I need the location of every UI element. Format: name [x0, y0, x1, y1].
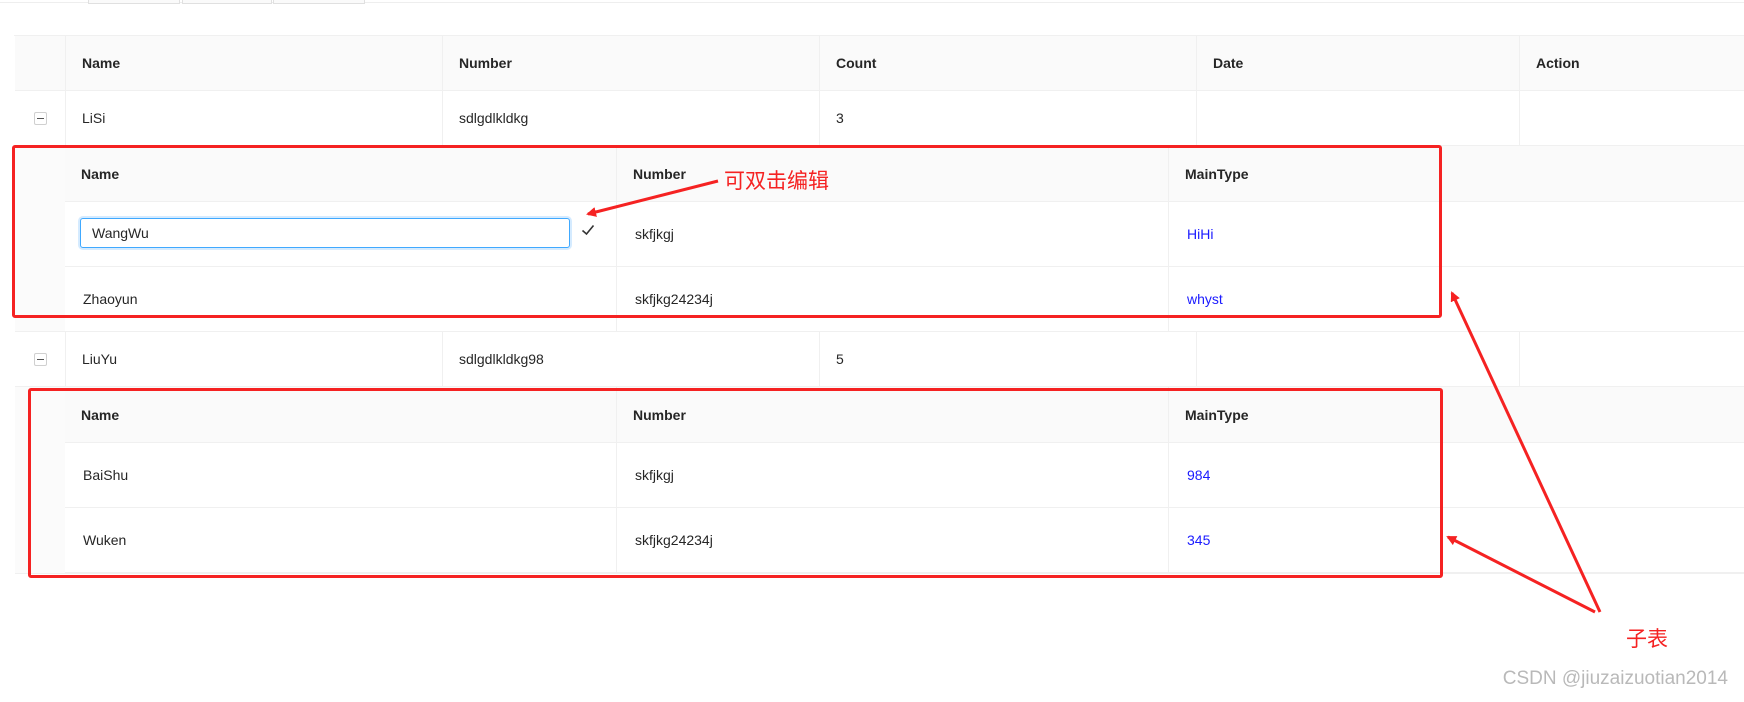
check-icon[interactable]: [581, 223, 595, 237]
cell-date: [1197, 332, 1520, 386]
cell-number: sdlgdlkldkg: [443, 91, 820, 145]
cell-maintype-link[interactable]: whyst: [1169, 267, 1744, 331]
cell-action: [1520, 332, 1744, 386]
table-row: LiuYu sdlgdlkldkg98 5: [15, 332, 1744, 387]
sub-table-header: Name Number MainType: [65, 387, 1744, 443]
column-header-date[interactable]: Date: [1197, 36, 1520, 90]
main-table: Name Number Count Date Action LiSi sdlgd…: [14, 35, 1744, 574]
cell-name[interactable]: Wuken: [65, 508, 617, 572]
sub-column-header-number[interactable]: Number: [617, 387, 1169, 442]
sub-column-header-maintype[interactable]: MainType: [1169, 146, 1744, 201]
tab-stub[interactable]: [88, 0, 180, 4]
sub-column-header-maintype[interactable]: MainType: [1169, 387, 1744, 442]
cell-number: skfjkg24234j: [617, 508, 1169, 572]
main-table-header: Name Number Count Date Action: [15, 36, 1744, 91]
column-header-name[interactable]: Name: [66, 36, 443, 90]
minus-square-icon[interactable]: [33, 111, 47, 125]
cell-date: [1197, 91, 1520, 145]
expand-cell: [15, 91, 66, 145]
cell-name: LiSi: [66, 91, 443, 145]
expand-cell: [15, 332, 66, 386]
cell-maintype-link[interactable]: 345: [1169, 508, 1744, 572]
cell-name[interactable]: BaiShu: [65, 443, 617, 507]
cell-number: skfjkg24234j: [617, 267, 1169, 331]
sub-table-row: Wuken skfjkg24234j 345: [65, 508, 1744, 573]
cell-name: LiuYu: [66, 332, 443, 386]
annotation-editable-note: 可双击编辑: [724, 169, 829, 193]
cell-maintype-link[interactable]: 984: [1169, 443, 1744, 507]
cell-count: 5: [820, 332, 1197, 386]
cell-number: skfjkgj: [617, 202, 1169, 266]
cell-number: sdlgdlkldkg98: [443, 332, 820, 386]
sub-table-row: Zhaoyun skfjkg24234j whyst: [65, 267, 1744, 332]
sub-table-row: BaiShu skfjkgj 984: [65, 443, 1744, 508]
sub-column-header-name[interactable]: Name: [65, 387, 617, 442]
name-edit-input[interactable]: [80, 218, 570, 248]
sub-column-header-number[interactable]: Number: [617, 146, 1169, 201]
table-row: LiSi sdlgdlkldkg 3: [15, 91, 1744, 146]
column-header-action[interactable]: Action: [1520, 36, 1744, 90]
expanded-row-area: Name Number MainType BaiShu skfjkgj 984 …: [15, 387, 1744, 574]
annotation-subtable-note: 子表: [1626, 627, 1668, 651]
column-header-number[interactable]: Number: [443, 36, 820, 90]
tab-stub[interactable]: [273, 0, 365, 4]
cell-action: [1520, 91, 1744, 145]
tab-stub[interactable]: [182, 0, 272, 4]
watermark: CSDN @jiuzaizuotian2014: [1502, 668, 1728, 689]
cell-count: 3: [820, 91, 1197, 145]
expand-column-header: [15, 36, 66, 90]
cell-maintype-link[interactable]: HiHi: [1169, 202, 1744, 266]
minus-square-icon[interactable]: [33, 352, 47, 366]
column-header-count[interactable]: Count: [820, 36, 1197, 90]
sub-column-header-name[interactable]: Name: [65, 146, 617, 201]
cell-name[interactable]: Zhaoyun: [65, 267, 617, 331]
page-canvas: Name Number Count Date Action LiSi sdlgd…: [0, 0, 1744, 702]
cell-number: skfjkgj: [617, 443, 1169, 507]
sub-table-header: Name Number MainType: [65, 146, 1744, 202]
